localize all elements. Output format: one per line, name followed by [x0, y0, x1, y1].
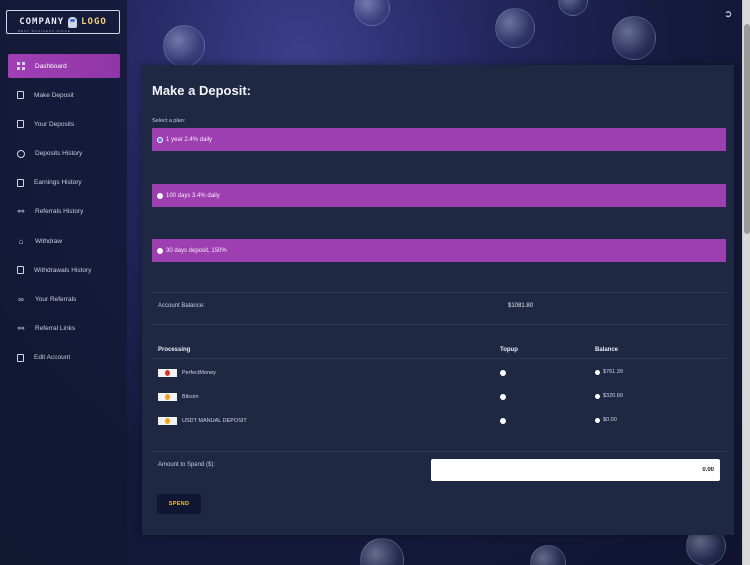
processor-cell: Bitcoin: [158, 393, 199, 401]
table-row: PerfectMoney $761.39: [142, 369, 734, 389]
plan-option-1-year[interactable]: 1 year 2.4% daily: [152, 128, 726, 151]
column-header-topup: Topup: [500, 347, 518, 353]
logo-word-company: COMPANY: [19, 17, 65, 27]
balance-cell: $761.39: [595, 369, 623, 375]
processor-cell: USDT MANUAL DEPOSIT: [158, 417, 247, 425]
deposit-panel: Make a Deposit: Select a plan: 1 year 2.…: [142, 65, 734, 535]
usdt-icon: [158, 417, 177, 425]
sidebar-item-label: Make Deposit: [34, 91, 74, 99]
plan-label: Select a plan:: [152, 118, 186, 124]
sidebar-item-referrals-history[interactable]: ⚯ Referrals History: [8, 200, 120, 224]
logout-icon[interactable]: ➲: [724, 10, 734, 20]
clock-icon: [17, 149, 25, 158]
sidebar-item-your-referrals[interactable]: ∞ Your Referrals: [8, 288, 120, 312]
plan-radio[interactable]: [157, 192, 163, 199]
plan-radio[interactable]: [157, 247, 163, 254]
balance-cell: $0.00: [595, 417, 617, 423]
sidebar-item-dashboard[interactable]: Dashboard: [8, 54, 120, 78]
page-title: Make a Deposit:: [152, 83, 251, 98]
link-icon: ∞: [18, 295, 24, 304]
balance-radio[interactable]: [595, 417, 600, 423]
balance-value: $761.39: [603, 369, 623, 375]
balance-radio[interactable]: [595, 393, 600, 399]
scrollbar[interactable]: [742, 0, 750, 565]
perfectmoney-icon: [158, 369, 177, 377]
sidebar-item-earnings-history[interactable]: Earnings History: [8, 171, 120, 195]
document-icon: [17, 91, 24, 100]
balance-value: $0.00: [603, 417, 617, 423]
logo-word-logo: LOGO: [81, 17, 107, 27]
amount-label: Amount to Spend ($):: [158, 462, 216, 468]
plan-label-text: 30 days deposit, 150%: [166, 247, 227, 254]
table-row: Bitcoin $320.60: [142, 393, 734, 413]
divider: [152, 292, 726, 293]
account-balance-value: $1081.80: [508, 303, 534, 309]
sidebar-item-edit-account[interactable]: Edit Account: [8, 346, 120, 370]
topup-radio[interactable]: [500, 394, 506, 400]
dashboard-icon: [17, 62, 25, 70]
handshake-icon: ⚯: [17, 207, 25, 217]
sidebar-item-label: Edit Account: [34, 354, 71, 362]
column-header-processing: Processing: [158, 347, 191, 353]
sidebar-item-withdraw[interactable]: ⌂ Withdraw: [8, 229, 120, 253]
handshake-icon: ⚯: [17, 324, 25, 334]
balance-radio[interactable]: [595, 369, 600, 375]
sidebar-item-your-deposits[interactable]: Your Deposits: [8, 112, 120, 136]
plan-option-100-days[interactable]: 100 days 3.4% daily: [152, 184, 726, 207]
topup-radio[interactable]: [500, 418, 506, 424]
sidebar-nav: Dashboard Make Deposit Your Deposits Dep…: [8, 54, 120, 375]
plan-radio[interactable]: [157, 136, 163, 143]
ledger-icon: [17, 178, 24, 187]
divider: [152, 324, 726, 325]
sidebar-item-label: Referrals History: [35, 208, 84, 216]
table-row: USDT MANUAL DEPOSIT $0.00: [142, 417, 734, 437]
processor-name: PerfectMoney: [182, 370, 216, 376]
processor-cell: PerfectMoney: [158, 369, 216, 377]
sidebar-item-withdrawals-history[interactable]: Withdrawals History: [8, 258, 120, 282]
chart-icon: [17, 266, 24, 275]
processor-name: USDT MANUAL DEPOSIT: [182, 418, 247, 424]
amount-input[interactable]: [431, 459, 720, 481]
column-header-balance: Balance: [595, 347, 619, 353]
sidebar-item-label: Deposits History: [35, 150, 83, 158]
sidebar-item-label: Dashboard: [35, 62, 67, 70]
sidebar-item-make-deposit[interactable]: Make Deposit: [8, 83, 120, 107]
logo-tagline: BEST BUSINESS SINCE: [18, 29, 71, 33]
list-icon: [17, 120, 24, 129]
bank-icon: ⌂: [18, 236, 24, 246]
sidebar: COMPANY LOGO BEST BUSINESS SINCE Dashboa…: [0, 0, 127, 565]
sidebar-item-label: Your Deposits: [34, 120, 75, 128]
astronaut-icon: [68, 16, 78, 28]
sidebar-item-label: Referral Links: [35, 325, 76, 333]
balance-cell: $320.60: [595, 393, 623, 399]
sidebar-item-label: Withdraw: [35, 237, 63, 245]
account-balance-label: Account Balance:: [158, 303, 205, 309]
scrollbar-thumb[interactable]: [744, 24, 750, 234]
sidebar-item-label: Withdrawals History: [34, 266, 92, 274]
plan-label-text: 100 days 3.4% daily: [166, 192, 220, 199]
topup-radio[interactable]: [500, 370, 506, 376]
spend-button[interactable]: SPEND: [157, 494, 201, 514]
sidebar-item-label: Your Referrals: [35, 296, 77, 303]
plan-label-text: 1 year 2.4% daily: [166, 136, 213, 143]
balance-value: $320.60: [603, 393, 623, 399]
user-card-icon: [17, 353, 24, 362]
divider: [152, 358, 726, 359]
divider: [152, 451, 726, 452]
sidebar-item-deposits-history[interactable]: Deposits History: [8, 142, 120, 166]
bitcoin-icon: [158, 393, 177, 401]
sidebar-item-label: Earnings History: [34, 179, 82, 187]
sidebar-item-referral-links[interactable]: ⚯ Referral Links: [8, 317, 120, 341]
plan-option-30-days[interactable]: 30 days deposit, 150%: [152, 239, 726, 262]
processor-name: Bitcoin: [182, 394, 199, 400]
